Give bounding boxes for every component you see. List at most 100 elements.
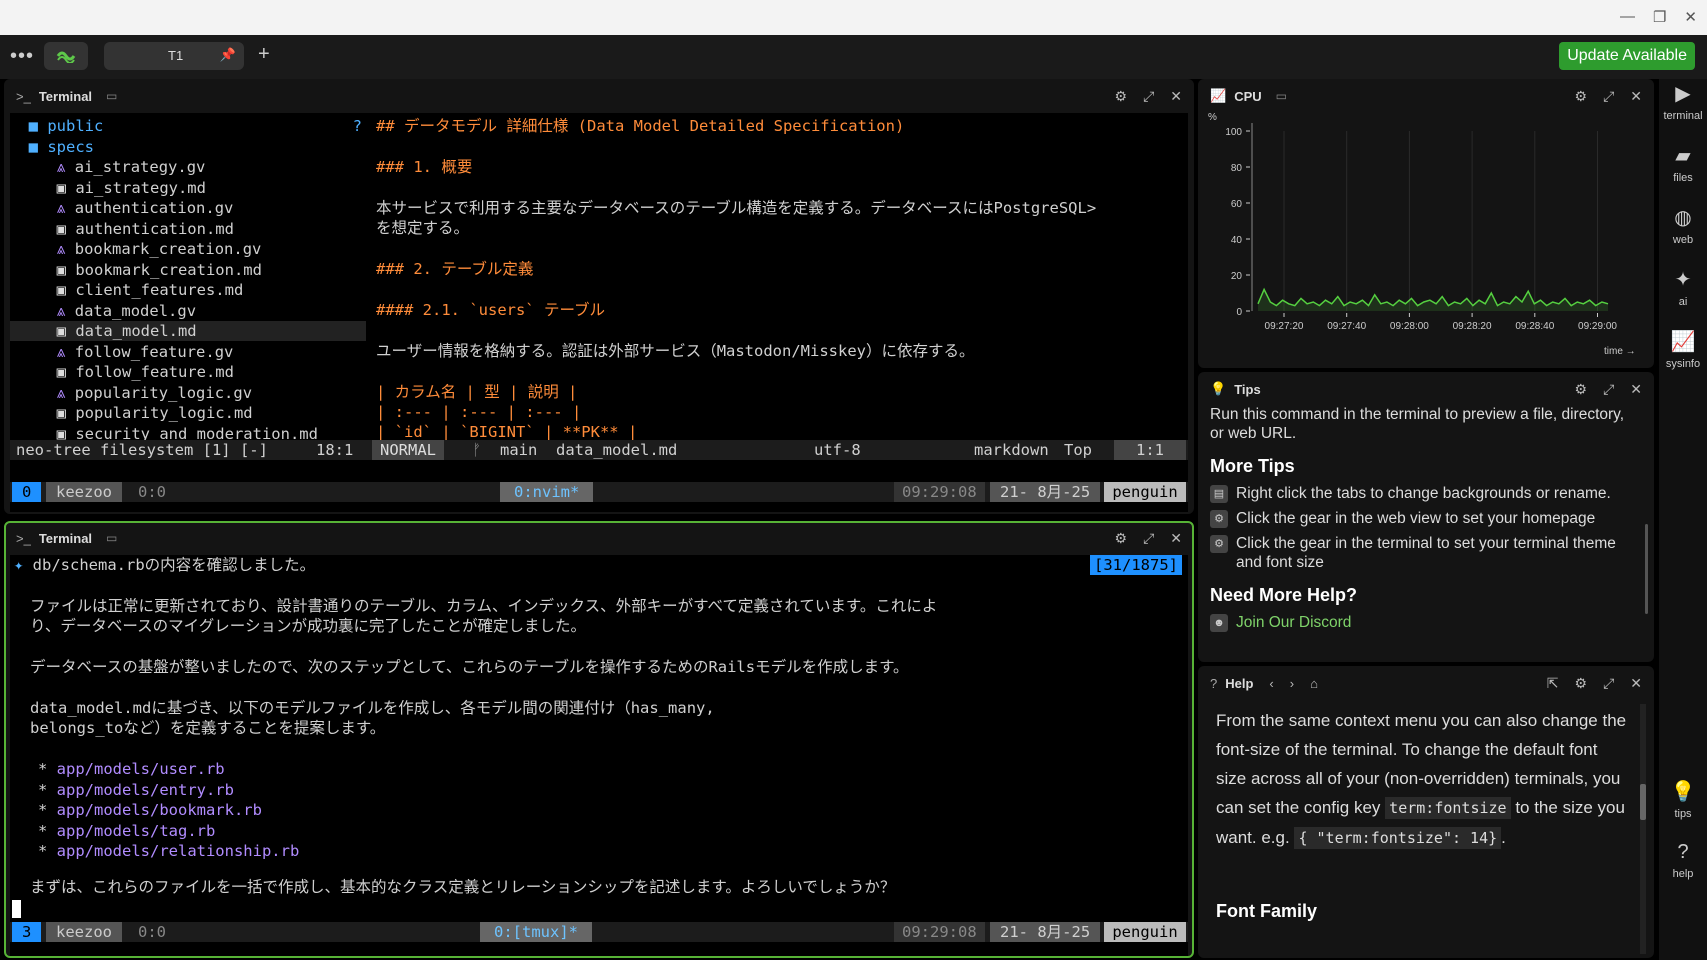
close-window-icon[interactable]: ✕	[1684, 8, 1697, 26]
tips-intro: Run this command in the terminal to prev…	[1210, 406, 1625, 442]
vim-mode: NORMAL	[372, 440, 444, 460]
minimize-icon[interactable]: —	[1620, 8, 1635, 26]
gear-icon[interactable]: ⚙	[1115, 530, 1128, 547]
expand-icon[interactable]: ⤢	[1143, 530, 1154, 547]
tip-item: ▤ Right click the tabs to change backgrou…	[1210, 484, 1638, 503]
sidebar-item-files[interactable]: ▰ files	[1659, 143, 1707, 184]
scrollbar-thumb[interactable]	[1640, 784, 1646, 820]
cursor	[12, 900, 21, 918]
markdown-icon: ▣	[10, 260, 76, 279]
tree-item[interactable]: ⩓ popularity_logic.gv	[10, 383, 366, 403]
close-icon[interactable]: ✕	[1170, 530, 1182, 547]
tree-item[interactable]: ⩓ authentication.gv	[10, 198, 366, 218]
workspace-tab[interactable]: T1 📌	[104, 42, 244, 70]
list-item: * app/models/tag.rb	[38, 821, 216, 840]
markdown-icon: ▣	[10, 219, 76, 238]
expand-icon[interactable]: ⤢	[1603, 88, 1614, 105]
tree-item[interactable]: ▣ follow_feature.md	[10, 362, 366, 382]
tip-item: ⚙ Click the gear in the terminal to set y…	[1210, 534, 1638, 572]
close-icon[interactable]: ✕	[1630, 88, 1642, 105]
tree-item[interactable]: ⩓ ai_strategy.gv	[10, 157, 366, 177]
output-line: data_model.mdに基づき、以下のモデルファイルを作成し、各モデル間の関…	[30, 699, 715, 717]
tree-item[interactable]: ⩓ bookmark_creation.gv	[10, 239, 366, 259]
output-line: り、データベースのマイグレーションが成功裏に完了したことが確定しました。	[30, 617, 586, 635]
magnify-icon[interactable]: ▭	[1276, 89, 1287, 103]
expand-icon[interactable]: ⤢	[1603, 675, 1614, 692]
sidebar-item-sysinfo[interactable]: 📈 sysinfo	[1659, 329, 1707, 370]
expand-icon[interactable]: ⤢	[1143, 88, 1154, 105]
gear-icon[interactable]: ⚙	[1575, 675, 1588, 692]
right-sidebar: ▶ terminal ▰ files ◍ web ✦ ai 📈 sysinfo 💡 tips ? help	[1659, 79, 1707, 960]
forward-icon[interactable]: ›	[1290, 676, 1294, 691]
output-line: belongs_toなど）を定義することを提案します。	[30, 719, 386, 737]
tips-list: ▤ Right click the tabs to change backgrou…	[1210, 484, 1638, 572]
sidebar-item-web[interactable]: ◍ web	[1659, 205, 1707, 246]
graph-file-icon: ⩓	[10, 383, 75, 402]
tmux-session: keezoo	[46, 922, 122, 942]
tree-item[interactable]: ⩓ data_model.gv	[10, 301, 366, 321]
block-title: Tips	[1234, 381, 1261, 397]
more-tips-heading: More Tips	[1210, 456, 1295, 476]
gear-icon[interactable]: ⚙	[1575, 88, 1588, 105]
close-icon[interactable]: ✕	[1170, 88, 1182, 105]
tree-item[interactable]: ▣ ai_strategy.md	[10, 178, 366, 198]
tree-item[interactable]: ▣ data_model.md	[10, 321, 366, 341]
maximize-icon[interactable]: ❐	[1653, 8, 1666, 26]
terminal-1-screen[interactable]: ■ public? ■ specs ⩓ ai_strategy.gv ▣ ai_…	[10, 113, 1188, 512]
gear-icon[interactable]: ⚙	[1575, 381, 1588, 398]
tab-bar: ••• T1 📌 + Update Available	[0, 35, 1707, 79]
menu-dots-icon[interactable]: •••	[10, 45, 34, 68]
home-icon[interactable]: ⌂	[1310, 676, 1318, 691]
tmux-date: 21- 8月-25	[990, 922, 1101, 942]
block-title: Terminal	[38, 530, 93, 546]
markdown-icon: ▣	[10, 404, 76, 422]
discord-icon: ☻	[1210, 614, 1228, 632]
magnify-icon[interactable]: ▭	[106, 531, 117, 545]
need-help-heading: Need More Help?	[1210, 585, 1358, 605]
x-tick-label: 09:28:00	[1390, 321, 1429, 332]
code-snippet: { "term:fontsize": 14}	[1294, 827, 1502, 849]
scrollbar-track[interactable]	[1640, 704, 1646, 954]
expand-icon[interactable]: ⤢	[1603, 381, 1614, 398]
tmux-window[interactable]: 0:nvim*	[500, 482, 594, 502]
cpu-area	[1258, 289, 1608, 311]
sidebar-item-help[interactable]: ? help	[1659, 841, 1707, 880]
tmux-pane: 0:0	[138, 483, 166, 501]
sidebar-item-terminal[interactable]: ▶ terminal	[1659, 81, 1707, 122]
chart-icon: 📈	[1210, 88, 1227, 103]
close-icon[interactable]: ✕	[1630, 381, 1642, 398]
back-icon[interactable]: ‹	[1269, 676, 1273, 691]
help-icon: ?	[1210, 675, 1218, 691]
sidebar-item-tips[interactable]: 💡 tips	[1659, 779, 1707, 820]
git-status-icon: ?	[352, 117, 362, 135]
terminal-2-screen[interactable]: ✦ db/schema.rbの内容を確認しました。 [31/1875] ファイル…	[10, 555, 1188, 956]
list-item: * app/models/relationship.rb	[38, 842, 300, 860]
x-tick-label: 09:28:20	[1453, 321, 1492, 332]
tmux-window[interactable]: 0:[tmux]*	[480, 922, 592, 942]
app-logo[interactable]	[44, 42, 88, 70]
pin-icon[interactable]: 📌	[220, 47, 236, 63]
update-available-button[interactable]: Update Available	[1559, 42, 1695, 70]
tree-item[interactable]: ▣ authentication.md	[10, 219, 366, 239]
discord-link[interactable]: ☻ Join Our Discord	[1210, 613, 1638, 632]
external-link-icon[interactable]: ⇱	[1547, 675, 1559, 692]
sidebar-item-ai[interactable]: ✦ ai	[1659, 267, 1707, 308]
tree-item[interactable]: ■ public?	[10, 116, 366, 136]
gear-icon[interactable]: ⚙	[1115, 88, 1128, 105]
terminal-icon: ▶	[1675, 83, 1691, 105]
tree-item[interactable]: ⩓ follow_feature.gv	[10, 342, 366, 362]
close-icon[interactable]: ✕	[1630, 675, 1642, 692]
add-tab-icon[interactable]: +	[258, 43, 270, 66]
tree-item[interactable]: ▣ popularity_logic.md	[10, 403, 366, 423]
tree-item[interactable]: ▣ client_features.md	[10, 280, 366, 300]
scrollbar[interactable]	[1645, 524, 1648, 614]
tree-item[interactable]: ■ specs	[10, 137, 366, 157]
graph-file-icon: ⩓	[10, 199, 75, 217]
x-tick-label: 09:27:40	[1327, 321, 1366, 332]
magnify-icon[interactable]: ▭	[106, 89, 117, 103]
code-snippet: term:fontsize	[1385, 797, 1511, 819]
editor: ## データモデル 詳細仕様 (Data Model Detailed Spec…	[376, 116, 1188, 466]
tmux-session: keezoo	[46, 482, 122, 502]
vim-statusline: neo-tree filesystem [1] [-] 18:1 NORMAL …	[10, 440, 1188, 460]
tree-item[interactable]: ▣ bookmark_creation.md	[10, 260, 366, 280]
